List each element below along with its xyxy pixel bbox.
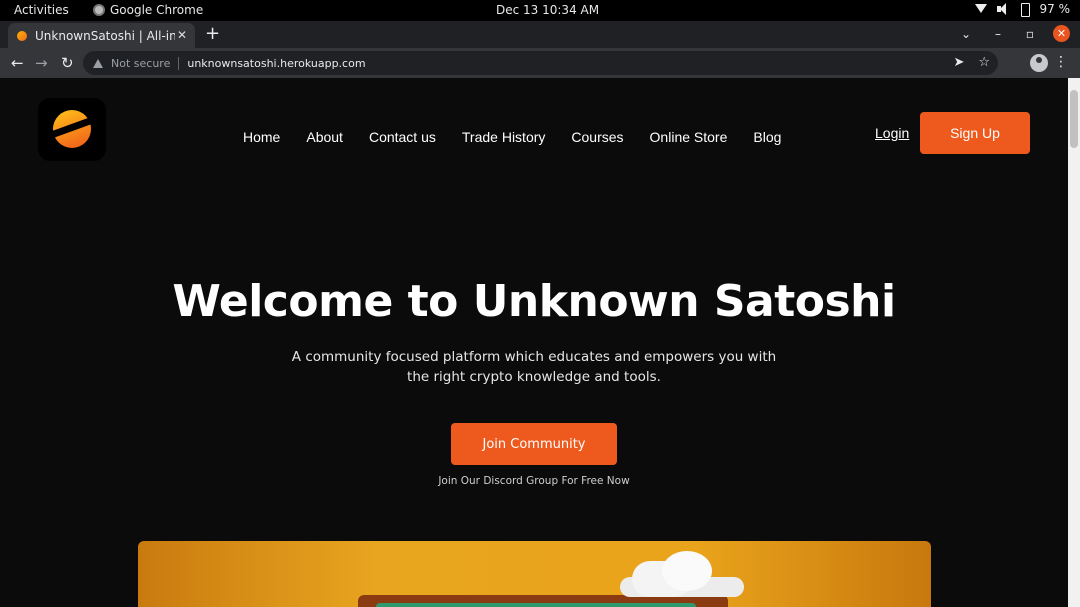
chrome-icon [93,4,105,16]
wifi-icon [974,2,988,16]
nav-about[interactable]: About [306,129,343,145]
send-icon[interactable]: ➤ [953,55,964,70]
chrome-menu-icon[interactable]: ⋮ [1054,54,1068,70]
activities-button[interactable]: Activities [14,3,69,17]
browser-tab[interactable]: UnknownSatoshi | All-in-C ✕ [8,23,195,48]
site-logo[interactable] [38,98,106,161]
address-bar[interactable]: Not secure unknownsatoshi.herokuapp.com … [83,51,998,75]
maximize-button[interactable]: ▫ [1021,27,1039,41]
url-text[interactable]: unknownsatoshi.herokuapp.com [187,57,365,70]
browser-toolbar: ← → ↻ Not secure unknownsatoshi.herokuap… [0,48,1080,78]
tab-close-icon[interactable]: ✕ [177,28,187,42]
web-page: Home About Contact us Trade History Cour… [0,78,1068,607]
battery-icon [1018,2,1032,17]
window-close-button[interactable]: ✕ [1053,25,1070,42]
nav-trade-history[interactable]: Trade History [462,129,546,145]
nav-courses[interactable]: Courses [571,129,623,145]
back-icon[interactable]: ← [11,54,24,72]
security-label[interactable]: Not secure [111,57,170,70]
app-menu[interactable]: Google Chrome [93,3,203,17]
volume-icon [996,2,1010,16]
forward-icon[interactable]: → [35,54,48,72]
warning-icon [93,58,103,68]
tab-strip: UnknownSatoshi | All-in-C ✕ + ⌄ – ▫ ✕ [0,21,1080,48]
nav-contact-us[interactable]: Contact us [369,129,436,145]
battery-percent: 97 % [1039,2,1071,16]
bookmark-star-icon[interactable]: ☆ [978,55,990,70]
scrollbar-thumb[interactable] [1070,90,1078,148]
reload-icon[interactable]: ↻ [61,54,74,72]
divider [178,56,180,70]
nav-online-store[interactable]: Online Store [650,129,728,145]
app-name: Google Chrome [110,3,204,17]
os-top-bar: Activities Google Chrome Dec 13 10:34 AM… [0,0,1080,21]
join-community-button[interactable]: Join Community [451,423,617,465]
login-link[interactable]: Login [875,125,909,141]
minimize-button[interactable]: – [989,27,1007,41]
main-nav: Home About Contact us Trade History Cour… [243,129,781,145]
hero-illustration [138,541,931,607]
hero-subtitle: A community focused platform which educa… [291,349,777,385]
cloud-illustration [620,551,744,599]
page-scrollbar[interactable] [1068,78,1080,607]
profile-avatar-icon[interactable] [1030,54,1048,72]
tab-title: UnknownSatoshi | All-in-C [35,28,175,43]
hero-title: Welcome to Unknown Satoshi [172,276,896,327]
system-tray[interactable]: 97 % [974,2,1071,17]
window-controls: ⌄ – ▫ ✕ [957,25,1070,42]
favicon-icon [17,30,27,41]
sign-up-button[interactable]: Sign Up [920,112,1030,154]
illustration-board-surface [376,603,696,607]
nav-blog[interactable]: Blog [753,129,781,145]
clock[interactable]: Dec 13 10:34 AM [496,3,599,17]
tab-search-icon[interactable]: ⌄ [957,27,975,41]
new-tab-button[interactable]: + [205,25,220,43]
discord-note: Join Our Discord Group For Free Now [438,475,630,487]
nav-home[interactable]: Home [243,129,280,145]
